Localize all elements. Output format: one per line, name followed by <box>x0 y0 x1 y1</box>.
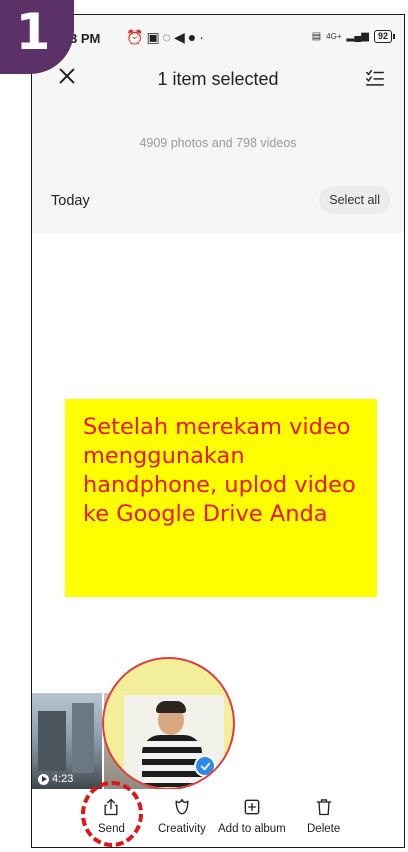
add-to-album-button[interactable]: Add to album <box>218 797 286 835</box>
checklist-icon <box>366 69 384 86</box>
video-thumbnail[interactable]: 4:23 <box>32 693 102 789</box>
add-to-album-icon <box>244 799 260 815</box>
creativity-icon <box>175 798 189 815</box>
building-shape <box>72 703 94 773</box>
phone-screen: 3 PM ⏰▣◌◀●· ▤ 4G+ ▂▄▆ 92 1 item selected… <box>31 14 405 848</box>
status-right-icons: ▤ 4G+ ▂▄▆ 92 <box>311 30 396 43</box>
network-type: 4G+ <box>326 32 342 41</box>
select-mode-button[interactable] <box>364 67 390 93</box>
selected-check-icon <box>194 755 216 777</box>
telegram-icon: ◀ <box>174 29 188 45</box>
battery-indicator: 92 <box>373 30 396 43</box>
section-label-today: Today <box>51 193 90 209</box>
step-number: 1 <box>15 3 51 61</box>
data-saver-icon: ▤ <box>311 31 322 42</box>
status-bar: 3 PM ⏰▣◌◀●· ▤ 4G+ ▂▄▆ 92 <box>32 15 404 49</box>
alarm-icon: ⏰ <box>126 29 147 45</box>
creativity-label: Creativity <box>158 823 206 835</box>
person-body <box>142 735 202 787</box>
status-time: 3 PM <box>70 31 101 46</box>
calendar-icon: ▣ <box>146 29 163 45</box>
video-duration: 4:23 <box>38 773 73 785</box>
building-shape <box>38 711 66 771</box>
trash-icon <box>316 799 331 816</box>
send-highlight-circle <box>81 781 143 847</box>
add-to-album-label: Add to album <box>218 823 286 835</box>
creativity-button[interactable]: Creativity <box>158 797 206 835</box>
selection-toolbar: 1 item selected <box>32 61 404 101</box>
whatsapp-icon: ◌ <box>162 29 174 45</box>
select-all-button[interactable]: Select all <box>319 186 390 214</box>
page-title: 1 item selected <box>157 69 279 89</box>
notification-icon: ● <box>187 29 200 45</box>
delete-button[interactable]: Delete <box>307 797 340 835</box>
more-dot-icon: · <box>199 29 207 45</box>
duration-text: 4:23 <box>52 773 74 785</box>
status-notification-icons: ⏰▣◌◀●· <box>126 29 207 46</box>
instruction-callout: Setelah merekam video menggunakan handph… <box>65 399 377 597</box>
person-hair <box>156 701 186 713</box>
signal-icon: ▂▄▆ <box>346 31 369 42</box>
zoom-highlight-selected-video <box>102 657 235 790</box>
play-icon <box>38 773 49 785</box>
media-count: 4909 photos and 798 videos <box>139 136 297 150</box>
delete-label: Delete <box>307 823 341 835</box>
